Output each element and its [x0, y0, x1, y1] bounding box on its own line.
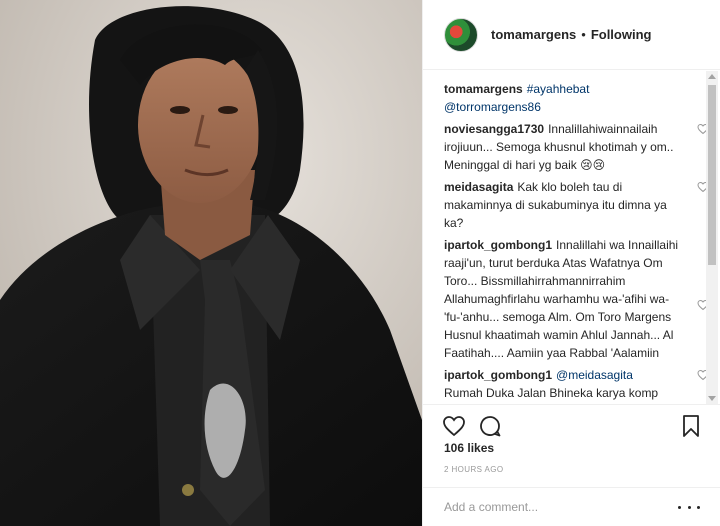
- add-comment-bar: [423, 487, 720, 526]
- comment-username[interactable]: tomamargens: [444, 82, 523, 96]
- scroll-up-arrow[interactable]: [708, 74, 716, 79]
- scroll-down-arrow[interactable]: [708, 396, 716, 401]
- header-text: tomamargens • Following: [491, 27, 651, 42]
- comment-username[interactable]: meidasagita: [444, 180, 513, 194]
- comment-item: ipartok_gombong1 Innalillahi wa Innaillai…: [444, 236, 709, 362]
- post-header: tomamargens • Following: [423, 0, 720, 70]
- caption: tomamargens #ayahhebat @torromargens86: [444, 80, 679, 116]
- comment-text: Rumah Duka Jalan Bhineka karya komp: [444, 386, 659, 400]
- comment-bubble-icon[interactable]: [478, 414, 502, 438]
- comments-scrollbar[interactable]: [706, 71, 718, 404]
- post-photo[interactable]: [0, 0, 422, 526]
- more-options-icon[interactable]: [678, 501, 700, 513]
- likes-count[interactable]: 106 likes: [444, 441, 494, 455]
- action-bar: [423, 404, 720, 444]
- mention-link[interactable]: @torromargens86: [444, 100, 541, 114]
- add-comment-input[interactable]: [444, 500, 678, 514]
- following-button[interactable]: Following: [591, 27, 652, 42]
- scrollbar-thumb[interactable]: [708, 85, 716, 265]
- username-link[interactable]: tomamargens: [491, 27, 576, 42]
- comment-text: Innalillahi wa Innaillaihi raaji'un, tur…: [444, 238, 679, 360]
- portrait-image: [0, 0, 422, 526]
- avatar[interactable]: [444, 17, 478, 52]
- comment-username[interactable]: noviesangga1730: [444, 122, 544, 136]
- comment-username[interactable]: ipartok_gombong1: [444, 238, 552, 252]
- heart-icon[interactable]: [442, 414, 466, 438]
- comment-item: meidasagita Kak klo boleh tau di makaminn…: [444, 178, 709, 232]
- comment-item: ipartok_gombong1 @meidasagita Rumah Duka …: [444, 366, 709, 402]
- bookmark-icon[interactable]: [679, 414, 703, 438]
- separator-dot: •: [581, 27, 586, 42]
- comment-item: noviesangga1730 Innalillahiwainnailaih ir…: [444, 120, 709, 174]
- post-timestamp[interactable]: 2 HOURS AGO: [444, 465, 504, 474]
- comment-username[interactable]: ipartok_gombong1: [444, 368, 552, 382]
- mention-link[interactable]: @meidasagita: [556, 368, 633, 382]
- comments-list[interactable]: tomamargens #ayahhebat @torromargens86 no…: [423, 71, 720, 404]
- hashtag-link[interactable]: #ayahhebat: [527, 82, 590, 96]
- post-side-panel: tomamargens • Following tomamargens #ayah…: [422, 0, 720, 526]
